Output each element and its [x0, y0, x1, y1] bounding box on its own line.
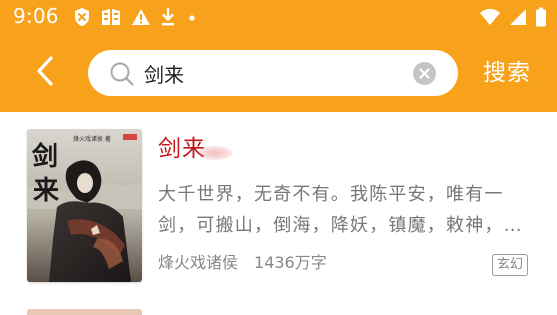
search-toolbar: 搜索: [0, 34, 557, 112]
search-box[interactable]: [88, 50, 458, 96]
dot-icon: [185, 7, 199, 27]
book-result-item[interactable]: 剑 来 烽火戏诸侯 著 剑来 大千世界，无奇不有。我陈平安，唯有一剑，可搬山，倒…: [0, 112, 557, 306]
back-button[interactable]: [25, 52, 65, 94]
book-word-count: 1436万字: [254, 253, 327, 272]
book-cover[interactable]: 剑 来 烽火戏诸侯 著: [27, 129, 142, 282]
system-icons: [479, 6, 547, 28]
battery-icon: [535, 7, 547, 27]
clear-circle-icon[interactable]: [413, 62, 436, 85]
search-input[interactable]: [144, 57, 394, 89]
status-bar: 9:06: [0, 0, 557, 34]
book-app-icon: [100, 7, 122, 27]
notification-icons: [73, 6, 199, 28]
search-icon: [109, 61, 135, 87]
search-submit-button[interactable]: 搜索: [483, 58, 531, 88]
wifi-icon: [479, 8, 501, 26]
warning-icon: [131, 8, 151, 26]
genre-tag: 玄幻: [492, 254, 529, 276]
cover-author-text: 烽火戏诸侯 著: [73, 135, 111, 143]
title-highlight-mark: [198, 146, 232, 160]
signal-icon: [509, 8, 527, 26]
book-meta: 烽火戏诸侯 1436万字: [158, 252, 327, 274]
book-description: 大千世界，无奇不有。我陈平安，唯有一剑，可搬山，倒海，降妖，镇魔，敕神，…: [158, 184, 523, 236]
chevron-left-icon: [34, 55, 56, 91]
cover-title-char-1: 剑: [32, 141, 58, 172]
shield-icon: [73, 7, 91, 27]
book-author: 烽火戏诸侯: [158, 253, 239, 272]
status-time: 9:06: [13, 4, 59, 28]
next-book-cover-peek[interactable]: [27, 309, 142, 315]
download-icon: [160, 7, 176, 27]
cover-title-char-2: 来: [33, 176, 60, 206]
